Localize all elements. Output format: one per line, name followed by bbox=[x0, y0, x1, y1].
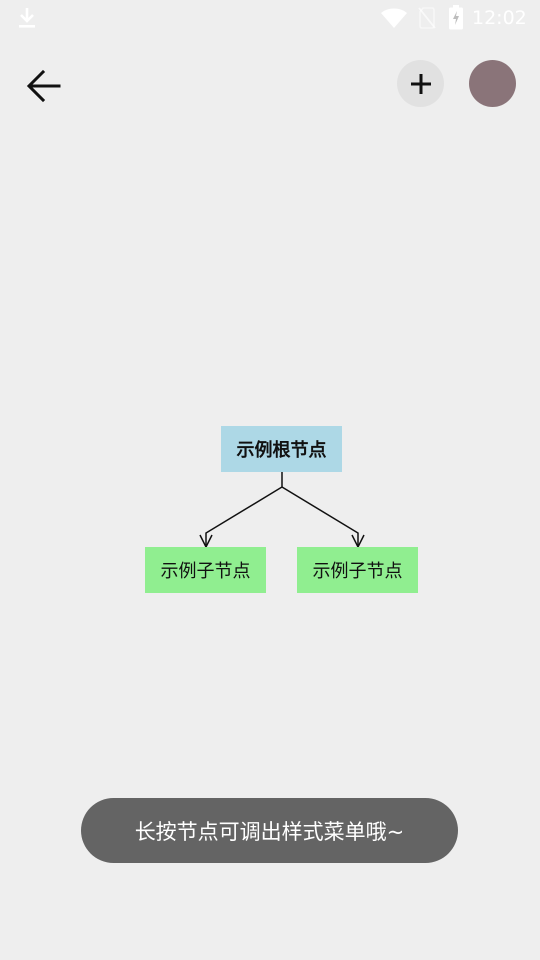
add-node-button[interactable] bbox=[397, 60, 444, 107]
child-node-2[interactable]: 示例子节点 bbox=[297, 547, 418, 593]
plus-icon bbox=[410, 73, 431, 94]
child-node-1[interactable]: 示例子节点 bbox=[145, 547, 266, 593]
edge-root-child-2 bbox=[281, 486, 365, 549]
arrow-left-icon bbox=[26, 69, 61, 103]
toast-message: 长按节点可调出样式菜单哦~ bbox=[81, 798, 458, 863]
root-node[interactable]: 示例根节点 bbox=[221, 426, 342, 472]
color-picker-button[interactable] bbox=[469, 60, 516, 107]
status-time: 12:02 bbox=[472, 7, 527, 29]
no-sim-icon bbox=[418, 7, 436, 29]
edge-root-child-1 bbox=[199, 472, 283, 549]
battery-charging-icon bbox=[449, 5, 463, 30]
status-bar: 12:02 bbox=[0, 0, 540, 36]
wifi-icon bbox=[381, 8, 407, 28]
back-button[interactable] bbox=[20, 62, 68, 110]
download-icon bbox=[19, 8, 35, 28]
